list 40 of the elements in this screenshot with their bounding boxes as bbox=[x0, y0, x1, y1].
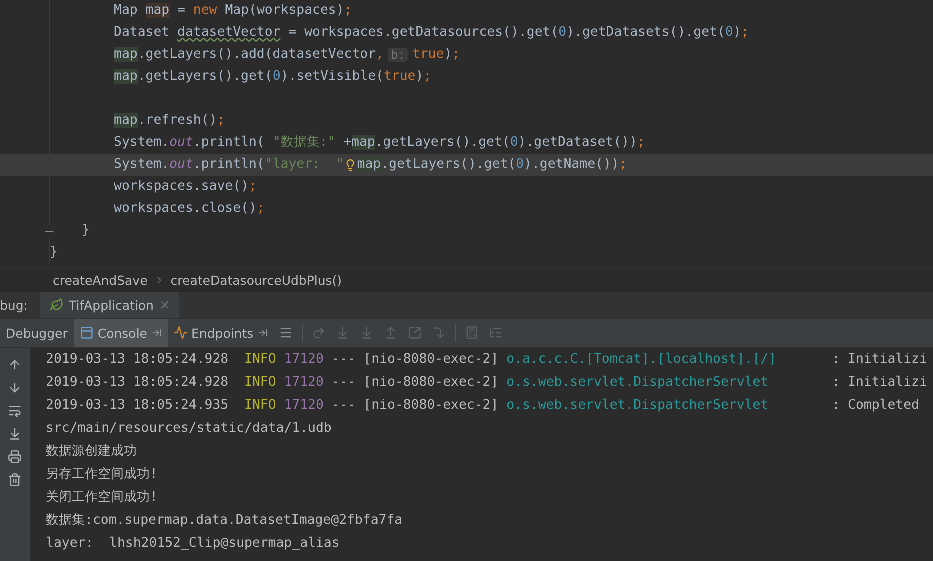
tool-tab[interactable]: Endpoints bbox=[168, 319, 274, 347]
code-line: map.getLayers().get(0).getName()); bbox=[357, 156, 628, 174]
code-line: map.refresh(); bbox=[114, 112, 226, 130]
code-line: System.out.println("layer: " bbox=[114, 156, 344, 174]
trash-icon[interactable] bbox=[8, 473, 22, 487]
log-line: 2019-03-13 18:05:24.928 INFO 17120 --- [nio-8080-exec-2] o.a.c.c.C.[Tomcat].[localhost].[/] : Initializi bbox=[46, 351, 928, 369]
console-line: 另存工作空间成功! bbox=[46, 466, 158, 484]
code-line: map.getLayers().get(0).setVisible(true); bbox=[114, 68, 432, 86]
tool-tab[interactable]: Debugger bbox=[0, 319, 74, 347]
console-line: layer: lhsh20152_Clip@supermap_alias bbox=[46, 535, 340, 553]
log-line: 2019-03-13 18:05:24.935 INFO 17120 --- [nio-8080-exec-2] o.s.web.servlet.DispatcherServlet : Completed bbox=[46, 397, 920, 415]
console-line: 关闭工作空间成功! bbox=[46, 489, 158, 507]
wrap-icon[interactable] bbox=[8, 404, 22, 418]
pulse-icon bbox=[174, 326, 188, 340]
print-icon[interactable] bbox=[8, 450, 22, 464]
breadcrumb-item[interactable]: createAndSave bbox=[53, 272, 148, 288]
code-line: Map map = new Map(workspaces); bbox=[114, 2, 352, 20]
console-line: 数据集:com.supermap.data.DatasetImage@2fbfa7fa bbox=[46, 512, 403, 530]
console-line: src/main/resources/static/data/1.udb bbox=[46, 420, 332, 438]
debug-label: bug: bbox=[0, 296, 30, 315]
scroll-to-end-icon[interactable] bbox=[8, 427, 22, 441]
lightbulb-icon[interactable] bbox=[344, 158, 358, 172]
tab-label: TifApplication bbox=[69, 298, 154, 312]
console-icon bbox=[80, 326, 94, 340]
code-line: System.out.println( "数据集:" +map.getLayers().get(0).getDataset()); bbox=[114, 134, 646, 152]
code-line: workspaces.save(); bbox=[114, 178, 257, 196]
code-line: } bbox=[82, 222, 90, 240]
code-line: Dataset datasetVector = workspaces.getDatasources().get(0).getDatasets().get(0); bbox=[114, 24, 750, 42]
code-line: true); bbox=[412, 46, 460, 64]
breadcrumb-item[interactable]: createDatasourceUdbPlus() bbox=[170, 272, 342, 288]
log-line: 2019-03-13 18:05:24.928 INFO 17120 --- [nio-8080-exec-2] o.s.web.servlet.DispatcherServlet : Initializi bbox=[46, 374, 928, 392]
parameter-hint: b: bbox=[388, 48, 408, 62]
run-tab[interactable]: TifApplication bbox=[40, 292, 179, 318]
code-line: workspaces.close(); bbox=[114, 200, 265, 218]
code-line: } bbox=[50, 244, 58, 262]
console-line: 数据源创建成功 bbox=[46, 443, 137, 461]
leaf-icon bbox=[50, 298, 64, 312]
code-line: map.getLayers().add(datasetVector, bbox=[114, 46, 384, 64]
close-icon[interactable] bbox=[158, 299, 171, 311]
tool-tab[interactable]: Console bbox=[74, 319, 168, 347]
